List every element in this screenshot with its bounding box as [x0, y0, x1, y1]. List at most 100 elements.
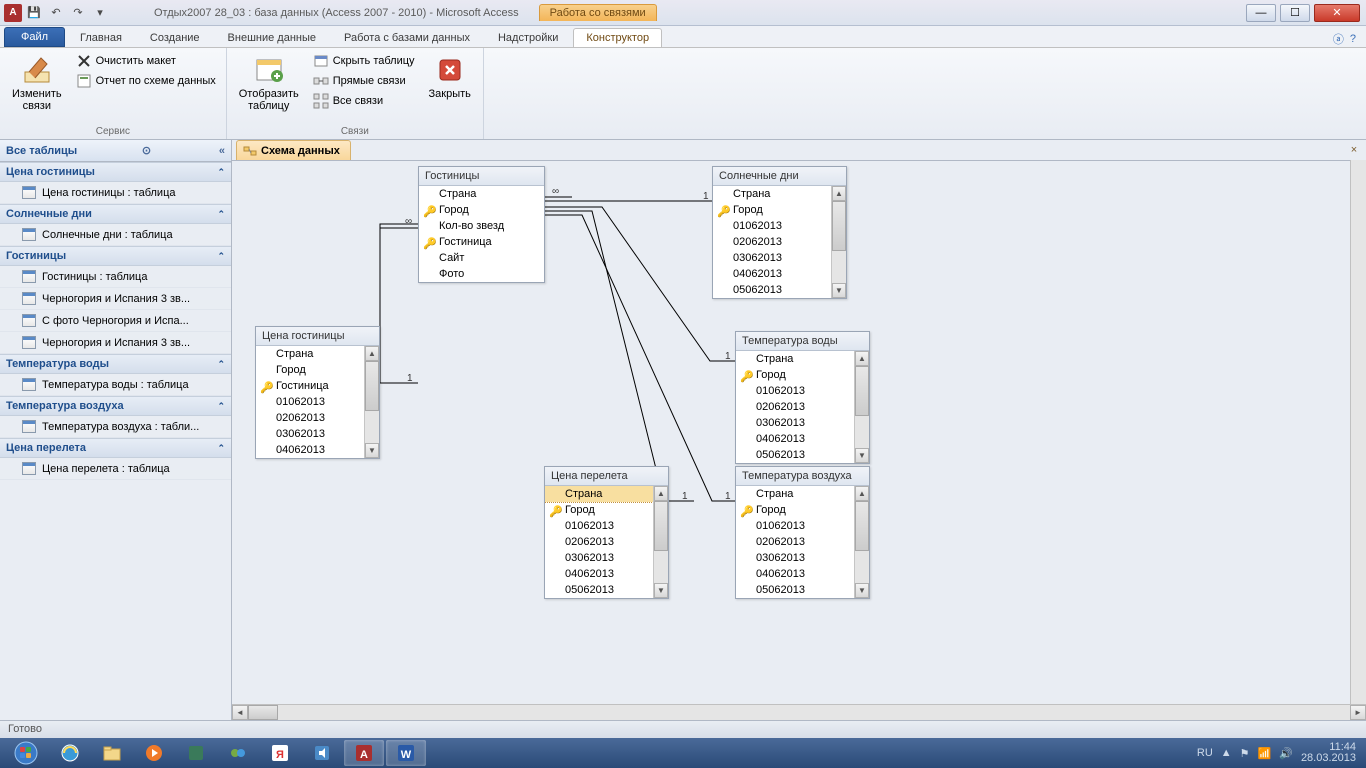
nav-item[interactable]: Черногория и Испания 3 зв...	[0, 332, 231, 354]
tab-external-data[interactable]: Внешние данные	[215, 28, 329, 47]
table-field[interactable]: 05062013	[713, 282, 831, 298]
table-field[interactable]: Сайт	[419, 250, 544, 266]
nav-group-header[interactable]: Гостиницы⌃	[0, 246, 231, 266]
taskbar-ie[interactable]	[50, 740, 90, 766]
taskbar-access[interactable]: A	[344, 740, 384, 766]
document-close-button[interactable]: ×	[1346, 142, 1362, 158]
table-scrollbar[interactable]: ▲▼	[831, 186, 846, 298]
tab-home[interactable]: Главная	[67, 28, 135, 47]
nav-item[interactable]: Температура воздуха : табли...	[0, 416, 231, 438]
nav-item[interactable]: Черногория и Испания 3 зв...	[0, 288, 231, 310]
qat-customize-icon[interactable]: ▾	[90, 3, 110, 23]
table-field[interactable]: 05062013	[545, 582, 653, 598]
nav-search-icon[interactable]: ⊙	[142, 144, 151, 157]
nav-item[interactable]: Солнечные дни : таблица	[0, 224, 231, 246]
table-price-hotel[interactable]: Цена гостиницы СтранаГород🔑Гостиница0106…	[255, 326, 380, 459]
table-field[interactable]: Фото	[419, 266, 544, 282]
table-price-flight[interactable]: Цена перелета Страна🔑Город01062013020620…	[544, 466, 669, 599]
show-table-button[interactable]: Отобразить таблицу	[235, 52, 303, 114]
table-field[interactable]: 03062013	[545, 550, 653, 566]
table-field[interactable]: Страна	[713, 186, 831, 202]
tab-file[interactable]: Файл	[4, 27, 65, 47]
window-close-button[interactable]: ✕	[1314, 4, 1360, 22]
table-field[interactable]: Страна	[256, 346, 364, 362]
table-field[interactable]: Город	[256, 362, 364, 378]
nav-group-header[interactable]: Солнечные дни⌃	[0, 204, 231, 224]
taskbar-word[interactable]: W	[386, 740, 426, 766]
table-temp-water[interactable]: Температура воды Страна🔑Город01062013020…	[735, 331, 870, 464]
table-sunny-days[interactable]: Солнечные дни Страна🔑Город01062013020620…	[712, 166, 847, 299]
clear-layout-button[interactable]: Очистить макет	[74, 52, 218, 70]
table-field[interactable]: 01062013	[736, 518, 854, 534]
table-field[interactable]: 03062013	[713, 250, 831, 266]
table-field[interactable]: 03062013	[736, 550, 854, 566]
table-field[interactable]: Страна	[736, 351, 854, 367]
tab-design[interactable]: Конструктор	[573, 28, 662, 47]
taskbar-yandex[interactable]: Я	[260, 740, 300, 766]
hide-table-button[interactable]: Скрыть таблицу	[311, 52, 417, 70]
table-scrollbar[interactable]: ▲▼	[854, 351, 869, 463]
tab-database-tools[interactable]: Работа с базами данных	[331, 28, 483, 47]
table-field[interactable]: 02062013	[545, 534, 653, 550]
nav-group-header[interactable]: Цена гостиницы⌃	[0, 162, 231, 182]
start-button[interactable]	[4, 740, 48, 766]
nav-pane-header[interactable]: Все таблицы ⊙ «	[0, 140, 231, 162]
table-field[interactable]: Страна	[419, 186, 544, 202]
all-relationships-button[interactable]: Все связи	[311, 92, 417, 110]
table-field[interactable]: 🔑Город	[736, 367, 854, 383]
nav-group-header[interactable]: Температура воды⌃	[0, 354, 231, 374]
ribbon-minimize-icon[interactable]: ⓐ	[1333, 31, 1344, 47]
tray-language[interactable]: RU	[1197, 747, 1213, 759]
nav-item[interactable]: Цена гостиницы : таблица	[0, 182, 231, 204]
qat-save-icon[interactable]: 💾	[24, 3, 44, 23]
table-field[interactable]: 🔑Гостиница	[256, 378, 364, 394]
table-field[interactable]: 01062013	[256, 394, 364, 410]
table-field[interactable]: 02062013	[736, 534, 854, 550]
table-field[interactable]: 🔑Город	[419, 202, 544, 218]
qat-undo-icon[interactable]: ↶	[46, 3, 66, 23]
edit-relationships-button[interactable]: Изменить связи	[8, 52, 66, 114]
nav-item[interactable]: Гостиницы : таблица	[0, 266, 231, 288]
relationships-canvas[interactable]: ∞ 1 ∞ 1 1 1 1 Гостиницы Страна🔑ГородКол-…	[232, 160, 1366, 704]
nav-group-header[interactable]: Температура воздуха⌃	[0, 396, 231, 416]
tray-network-icon[interactable]: 📶	[1258, 747, 1272, 760]
table-gostinicy[interactable]: Гостиницы Страна🔑ГородКол-во звезд🔑Гости…	[418, 166, 545, 283]
horizontal-scrollbar[interactable]: ◄ ►	[232, 704, 1366, 720]
tray-action-center-icon[interactable]: ⚑	[1240, 747, 1250, 760]
table-field[interactable]: 03062013	[256, 426, 364, 442]
table-field[interactable]: 01062013	[736, 383, 854, 399]
table-temp-air[interactable]: Температура воздуха Страна🔑Город01062013…	[735, 466, 870, 599]
tray-clock[interactable]: 11:44 28.03.2013	[1301, 742, 1356, 764]
tab-create[interactable]: Создание	[137, 28, 213, 47]
table-field[interactable]: 01062013	[713, 218, 831, 234]
table-field[interactable]: 🔑Город	[545, 502, 653, 518]
table-field[interactable]: 05062013	[736, 582, 854, 598]
table-field[interactable]: 04062013	[256, 442, 364, 458]
table-field[interactable]: 🔑Город	[713, 202, 831, 218]
taskbar-app1[interactable]	[176, 740, 216, 766]
taskbar-explorer[interactable]	[92, 740, 132, 766]
nav-group-header[interactable]: Цена перелета⌃	[0, 438, 231, 458]
table-field[interactable]: Страна	[545, 486, 653, 502]
table-field[interactable]: 05062013	[736, 447, 854, 463]
nav-item[interactable]: Температура воды : таблица	[0, 374, 231, 396]
table-field[interactable]: Кол-во звезд	[419, 218, 544, 234]
table-field[interactable]: 🔑Город	[736, 502, 854, 518]
nav-item[interactable]: С фото Черногория и Испа...	[0, 310, 231, 332]
nav-collapse-icon[interactable]: «	[216, 145, 225, 157]
table-scrollbar[interactable]: ▲▼	[854, 486, 869, 598]
taskbar-wmp[interactable]	[134, 740, 174, 766]
table-field[interactable]: 04062013	[545, 566, 653, 582]
tab-addins[interactable]: Надстройки	[485, 28, 571, 47]
close-button[interactable]: Закрыть	[425, 52, 475, 102]
taskbar-sound[interactable]	[302, 740, 342, 766]
table-field[interactable]: 04062013	[736, 566, 854, 582]
window-restore-button[interactable]: ☐	[1280, 4, 1310, 22]
tray-volume-icon[interactable]: 🔊	[1279, 747, 1293, 760]
table-field[interactable]: 03062013	[736, 415, 854, 431]
help-icon[interactable]: ?	[1350, 33, 1356, 45]
table-field[interactable]: 02062013	[256, 410, 364, 426]
vertical-scrollbar[interactable]	[1350, 160, 1366, 704]
table-field[interactable]: 01062013	[545, 518, 653, 534]
table-field[interactable]: 02062013	[713, 234, 831, 250]
